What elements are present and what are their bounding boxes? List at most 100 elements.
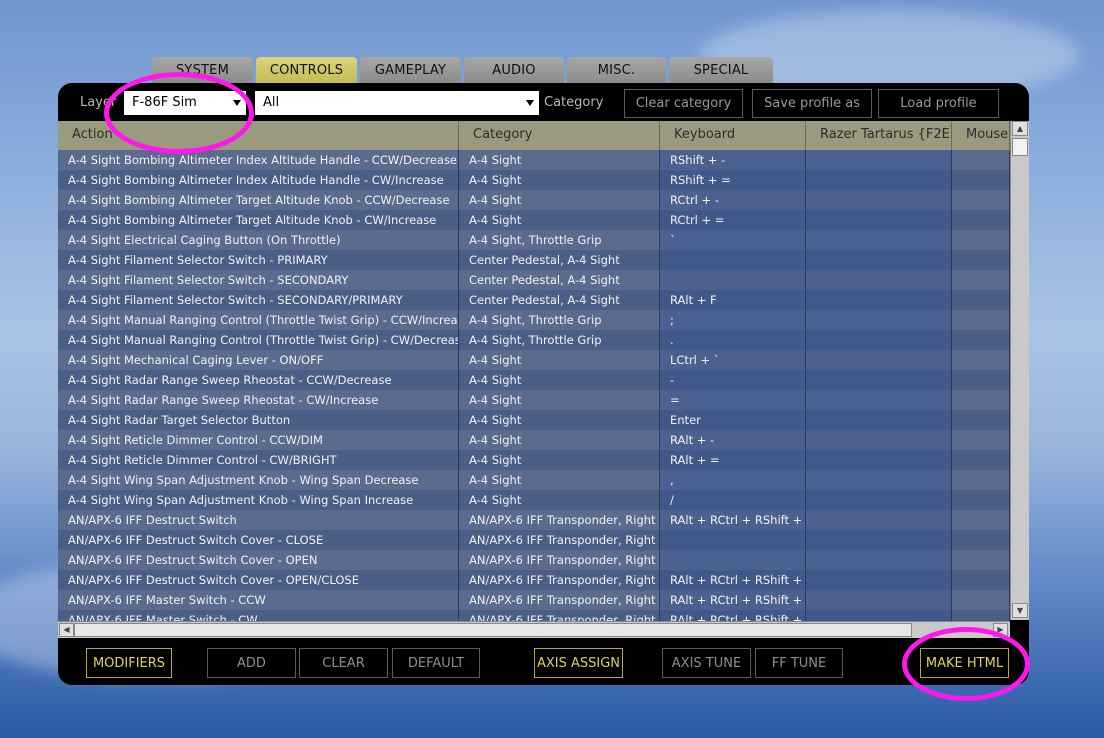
cell-action[interactable]: A-4 Sight Filament Selector Switch - SEC… — [58, 290, 459, 310]
column-header-mouse[interactable]: Mouse — [952, 121, 1010, 150]
cell-mouse[interactable] — [952, 450, 1010, 470]
cell-category[interactable]: A-4 Sight — [459, 210, 660, 230]
cell-mouse[interactable] — [952, 490, 1010, 510]
cell-mouse[interactable] — [952, 410, 1010, 430]
cell-keyboard[interactable]: RShift + - — [660, 150, 806, 170]
cell-razer-tartarus[interactable] — [806, 190, 952, 210]
cell-category[interactable]: AN/APX-6 IFF Transponder, Right Si — [459, 550, 660, 570]
cell-category[interactable]: Center Pedestal, A-4 Sight — [459, 250, 660, 270]
cell-mouse[interactable] — [952, 170, 1010, 190]
column-header-razer-tartarus[interactable]: Razer Tartarus {F2E — [806, 121, 952, 150]
vertical-scrollbar[interactable]: ▲ ▼ — [1010, 121, 1029, 620]
table-row[interactable]: A-4 Sight Radar Range Sweep Rheostat - C… — [58, 370, 1010, 390]
axis-tune-button[interactable]: AXIS TUNE — [662, 648, 751, 678]
table-row[interactable]: AN/APX-6 IFF Destruct Switch Cover - CLO… — [58, 530, 1010, 550]
cell-keyboard[interactable]: RCtrl + - — [660, 190, 806, 210]
cell-action[interactable]: A-4 Sight Wing Span Adjustment Knob - Wi… — [58, 470, 459, 490]
cell-action[interactable]: A-4 Sight Bombing Altimeter Target Altit… — [58, 190, 459, 210]
cell-keyboard[interactable]: / — [660, 490, 806, 510]
cell-category[interactable]: A-4 Sight — [459, 470, 660, 490]
cell-razer-tartarus[interactable] — [806, 330, 952, 350]
cell-action[interactable]: A-4 Sight Bombing Altimeter Index Altitu… — [58, 150, 459, 170]
cell-category[interactable]: A-4 Sight — [459, 430, 660, 450]
cell-category[interactable]: AN/APX-6 IFF Transponder, Right Si — [459, 610, 660, 621]
cell-mouse[interactable] — [952, 290, 1010, 310]
cell-razer-tartarus[interactable] — [806, 370, 952, 390]
table-row[interactable]: A-4 Sight Filament Selector Switch - SEC… — [58, 290, 1010, 310]
cell-action[interactable]: A-4 Sight Reticle Dimmer Control - CW/BR… — [58, 450, 459, 470]
table-row[interactable]: A-4 Sight Electrical Caging Button (On T… — [58, 230, 1010, 250]
cell-action[interactable]: A-4 Sight Bombing Altimeter Target Altit… — [58, 210, 459, 230]
table-row[interactable]: AN/APX-6 IFF Master Switch - CCW AN/APX-6… — [58, 590, 1010, 610]
cell-category[interactable]: A-4 Sight — [459, 410, 660, 430]
cell-mouse[interactable] — [952, 310, 1010, 330]
scroll-left-icon[interactable]: ◀ — [59, 623, 74, 637]
cell-keyboard[interactable]: ` — [660, 230, 806, 250]
cell-action[interactable]: A-4 Sight Filament Selector Switch - SEC… — [58, 270, 459, 290]
cell-category[interactable]: A-4 Sight — [459, 490, 660, 510]
modifiers-button[interactable]: MODIFIERS — [86, 648, 172, 678]
clear-button[interactable]: CLEAR — [299, 648, 388, 678]
cell-mouse[interactable] — [952, 210, 1010, 230]
cell-category[interactable]: Center Pedestal, A-4 Sight — [459, 270, 660, 290]
cell-keyboard[interactable]: LCtrl + ` — [660, 350, 806, 370]
cell-mouse[interactable] — [952, 390, 1010, 410]
table-row[interactable]: AN/APX-6 IFF Master Switch - CW AN/APX-6 … — [58, 610, 1010, 621]
cell-category[interactable]: A-4 Sight, Throttle Grip — [459, 230, 660, 250]
tab-controls[interactable]: CONTROLS — [256, 57, 357, 83]
cell-action[interactable]: A-4 Sight Manual Ranging Control (Thrott… — [58, 310, 459, 330]
cell-razer-tartarus[interactable] — [806, 290, 952, 310]
cell-keyboard[interactable]: . — [660, 330, 806, 350]
table-row[interactable]: AN/APX-6 IFF Destruct Switch Cover - OPE… — [58, 550, 1010, 570]
table-row[interactable]: A-4 Sight Reticle Dimmer Control - CW/BR… — [58, 450, 1010, 470]
cell-action[interactable]: AN/APX-6 IFF Destruct Switch — [58, 510, 459, 530]
cell-category[interactable]: A-4 Sight — [459, 350, 660, 370]
load-profile-button[interactable]: Load profile — [878, 89, 999, 118]
cell-action[interactable]: A-4 Sight Reticle Dimmer Control - CCW/D… — [58, 430, 459, 450]
cell-category[interactable]: A-4 Sight — [459, 150, 660, 170]
cell-razer-tartarus[interactable] — [806, 150, 952, 170]
default-button[interactable]: DEFAULT — [392, 648, 480, 678]
cell-razer-tartarus[interactable] — [806, 250, 952, 270]
cell-keyboard[interactable]: RAlt + RCtrl + RShift + C — [660, 570, 806, 590]
scroll-up-icon[interactable]: ▲ — [1012, 121, 1028, 136]
cell-keyboard[interactable]: RAlt + RCtrl + RShift + D — [660, 510, 806, 530]
cell-keyboard[interactable]: ; — [660, 310, 806, 330]
vertical-scroll-thumb[interactable] — [1012, 138, 1028, 156]
cell-keyboard[interactable]: Enter — [660, 410, 806, 430]
cell-keyboard[interactable] — [660, 250, 806, 270]
cell-razer-tartarus[interactable] — [806, 210, 952, 230]
table-row[interactable]: A-4 Sight Wing Span Adjustment Knob - Wi… — [58, 470, 1010, 490]
cell-keyboard[interactable]: RAlt + F — [660, 290, 806, 310]
table-row[interactable]: A-4 Sight Wing Span Adjustment Knob - Wi… — [58, 490, 1010, 510]
cell-mouse[interactable] — [952, 430, 1010, 450]
cell-mouse[interactable] — [952, 550, 1010, 570]
horizontal-scroll-thumb[interactable] — [74, 623, 912, 637]
cell-action[interactable]: AN/APX-6 IFF Destruct Switch Cover - OPE… — [58, 570, 459, 590]
cell-mouse[interactable] — [952, 570, 1010, 590]
cell-keyboard[interactable]: - — [660, 370, 806, 390]
cell-action[interactable]: A-4 Sight Wing Span Adjustment Knob - Wi… — [58, 490, 459, 510]
cell-razer-tartarus[interactable] — [806, 570, 952, 590]
cell-action[interactable]: A-4 Sight Mechanical Caging Lever - ON/O… — [58, 350, 459, 370]
cell-mouse[interactable] — [952, 190, 1010, 210]
cell-category[interactable]: Center Pedestal, A-4 Sight — [459, 290, 660, 310]
cell-action[interactable]: AN/APX-6 IFF Master Switch - CCW — [58, 590, 459, 610]
cell-mouse[interactable] — [952, 510, 1010, 530]
cell-razer-tartarus[interactable] — [806, 610, 952, 621]
cell-razer-tartarus[interactable] — [806, 470, 952, 490]
cell-mouse[interactable] — [952, 370, 1010, 390]
cell-keyboard[interactable] — [660, 270, 806, 290]
table-row[interactable]: A-4 Sight Bombing Altimeter Index Altitu… — [58, 150, 1010, 170]
category-filter-select[interactable]: All — [255, 91, 539, 115]
cell-keyboard[interactable]: RShift + = — [660, 170, 806, 190]
cell-category[interactable]: A-4 Sight, Throttle Grip — [459, 310, 660, 330]
horizontal-scrollbar[interactable]: ◀ ▶ — [58, 621, 1010, 638]
axis-assign-button[interactable]: AXIS ASSIGN — [534, 648, 623, 678]
cell-action[interactable]: A-4 Sight Radar Range Sweep Rheostat - C… — [58, 390, 459, 410]
cell-action[interactable]: AN/APX-6 IFF Master Switch - CW — [58, 610, 459, 621]
cell-action[interactable]: A-4 Sight Filament Selector Switch - PRI… — [58, 250, 459, 270]
table-row[interactable]: A-4 Sight Bombing Altimeter Target Altit… — [58, 190, 1010, 210]
cell-action[interactable]: AN/APX-6 IFF Destruct Switch Cover - OPE… — [58, 550, 459, 570]
cell-category[interactable]: A-4 Sight — [459, 170, 660, 190]
